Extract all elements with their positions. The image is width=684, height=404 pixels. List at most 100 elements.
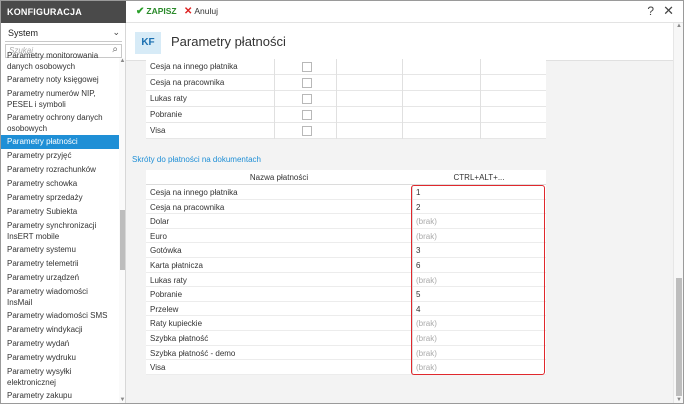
toolbar: ✔ ZAPISZ ✕ Anuluj ? ✕ <box>126 1 683 23</box>
content-scroll-thumb[interactable] <box>676 278 682 396</box>
sidebar-item[interactable]: Parametry windykacji <box>1 323 119 337</box>
payment-checkbox[interactable] <box>302 62 312 72</box>
sidebar: System ⌄ Szukaj ⌕ Parametry monitorowani… <box>1 23 126 403</box>
payment-name: Visa <box>150 126 166 135</box>
sidebar-item[interactable]: Parametry systemu <box>1 243 119 257</box>
sidebar-item[interactable]: Parametry płatności <box>1 135 119 149</box>
payment-name: Lukas raty <box>150 94 187 103</box>
table-row[interactable]: Dolar (brak) <box>146 214 546 230</box>
column-divider <box>402 75 403 91</box>
table-row[interactable]: Cesja na pracownika 2 <box>146 199 546 215</box>
shortcut-key[interactable]: (brak) <box>416 232 437 241</box>
sidebar-item[interactable]: Parametry noty księgowej <box>1 73 119 87</box>
shortcut-key[interactable]: 1 <box>416 188 420 197</box>
content-scrollbar[interactable]: ▲ ▼ <box>673 23 683 403</box>
sidebar-item[interactable]: Parametry schowka <box>1 177 119 191</box>
sidebar-item[interactable]: Parametry zakupu <box>1 389 119 403</box>
sidebar-item[interactable]: Parametry przyjęć <box>1 149 119 163</box>
shortcut-key[interactable]: 2 <box>416 203 420 212</box>
shortcut-key[interactable]: 6 <box>416 261 420 270</box>
column-divider <box>412 228 413 244</box>
help-button[interactable]: ? <box>647 4 654 18</box>
shortcuts-table-header: Nazwa płatności CTRL+ALT+... <box>146 170 546 185</box>
table-row[interactable]: Szybka płatność - demo (brak) <box>146 345 546 361</box>
table-row[interactable]: Cesja na innego płatnika 1 <box>146 185 546 200</box>
page-title: Parametry płatności <box>171 34 286 49</box>
check-icon: ✔ <box>136 6 145 17</box>
table-row: Cesja na pracownika <box>146 75 546 91</box>
sidebar-item[interactable]: Parametry ochrony danych osobowych <box>1 111 119 135</box>
column-header-name: Nazwa płatności <box>249 173 309 182</box>
column-divider <box>336 91 337 107</box>
payment-checkbox[interactable] <box>302 94 312 104</box>
sidebar-item[interactable]: Parametry wysyłki elektronicznej <box>1 365 119 389</box>
sidebar-item[interactable]: Parametry wydań <box>1 337 119 351</box>
column-divider <box>402 123 403 139</box>
shortcut-key[interactable]: (brak) <box>416 334 437 343</box>
sidebar-item[interactable]: Parametry monitorowania danych osobowych <box>1 49 119 73</box>
table-row[interactable]: Karta płatnicza 6 <box>146 257 546 273</box>
sidebar-nav: Parametry monitorowania danych osobowych… <box>1 49 119 403</box>
column-divider <box>412 243 413 259</box>
sidebar-item[interactable]: Parametry wiadomości SMS <box>1 309 119 323</box>
sidebar-item[interactable]: Parametry synchronizacji InsERT mobile <box>1 219 119 243</box>
payment-name: Szybka płatność <box>150 333 209 343</box>
save-button[interactable]: ✔ ZAPISZ <box>136 6 177 17</box>
payment-name: Dolar <box>150 217 170 227</box>
sidebar-item[interactable]: Parametry Subiekta <box>1 205 119 219</box>
table-row[interactable]: Gotówka 3 <box>146 243 546 259</box>
shortcut-key[interactable]: (brak) <box>416 217 437 226</box>
table-row[interactable]: Visa (brak) <box>146 360 546 376</box>
scroll-down-icon[interactable]: ▼ <box>674 397 684 403</box>
close-window-button[interactable]: ✕ <box>663 3 674 19</box>
sidebar-scroll-thumb[interactable] <box>120 210 125 270</box>
sidebar-item[interactable]: Parametry wydruku <box>1 351 119 365</box>
sidebar-item[interactable]: Parametry wiadomości InsMail <box>1 285 119 309</box>
module-select[interactable]: System ⌄ <box>5 26 122 42</box>
column-divider <box>402 107 403 123</box>
payment-options-table: Cesja na innego płatnika Cesja na pracown… <box>146 59 546 139</box>
column-divider <box>412 345 413 361</box>
section-title: Skróty do płatności na dokumentach <box>132 155 261 164</box>
page-header: KF Parametry płatności <box>126 23 673 61</box>
table-row[interactable]: Przelew 4 <box>146 301 546 317</box>
scroll-up-icon[interactable]: ▲ <box>674 23 684 29</box>
column-divider <box>336 123 337 139</box>
scroll-down-icon[interactable]: ▼ <box>119 397 125 403</box>
sidebar-item[interactable]: Parametry sprzedaży <box>1 191 119 205</box>
table-row[interactable]: Pobranie 5 <box>146 287 546 303</box>
column-divider <box>412 360 413 376</box>
main-content: KF Parametry płatności Cesja na innego p… <box>126 23 673 403</box>
shortcut-key[interactable]: (brak) <box>416 276 437 285</box>
payment-name: Lukas raty <box>150 275 187 285</box>
payment-name: Pobranie <box>150 290 183 300</box>
shortcut-key[interactable]: 3 <box>416 246 420 255</box>
shortcut-key[interactable]: (brak) <box>416 363 437 372</box>
sidebar-item[interactable]: Parametry urządzeń <box>1 271 119 285</box>
payment-checkbox[interactable] <box>302 110 312 120</box>
column-divider <box>336 59 337 75</box>
payment-checkbox[interactable] <box>302 126 312 136</box>
sidebar-item[interactable]: Parametry rozrachunków <box>1 163 119 177</box>
cancel-button[interactable]: ✕ Anuluj <box>184 6 218 17</box>
payment-name: Cesja na innego płatnika <box>150 62 238 71</box>
table-row[interactable]: Lukas raty (brak) <box>146 272 546 288</box>
chevron-down-icon: ⌄ <box>112 27 120 37</box>
column-divider <box>274 91 275 107</box>
sidebar-item[interactable]: Parametry numerów NIP, PESEL i symboli <box>1 87 119 111</box>
table-row[interactable]: Euro (brak) <box>146 228 546 244</box>
shortcut-key[interactable]: 4 <box>416 305 420 314</box>
sidebar-item[interactable]: Parametry telemetrii <box>1 257 119 271</box>
shortcut-key[interactable]: (brak) <box>416 319 437 328</box>
shortcut-key[interactable]: (brak) <box>416 349 437 358</box>
payment-name: Raty kupieckie <box>150 319 203 329</box>
payment-name: Przelew <box>150 304 179 314</box>
shortcut-key[interactable]: 5 <box>416 290 420 299</box>
sidebar-scrollbar[interactable]: ▲ ▼ <box>119 58 125 403</box>
payment-checkbox[interactable] <box>302 78 312 88</box>
column-divider <box>274 123 275 139</box>
column-divider <box>412 214 413 230</box>
table-row[interactable]: Szybka płatność (brak) <box>146 330 546 346</box>
scroll-up-icon[interactable]: ▲ <box>119 58 125 64</box>
table-row[interactable]: Raty kupieckie (brak) <box>146 316 546 332</box>
